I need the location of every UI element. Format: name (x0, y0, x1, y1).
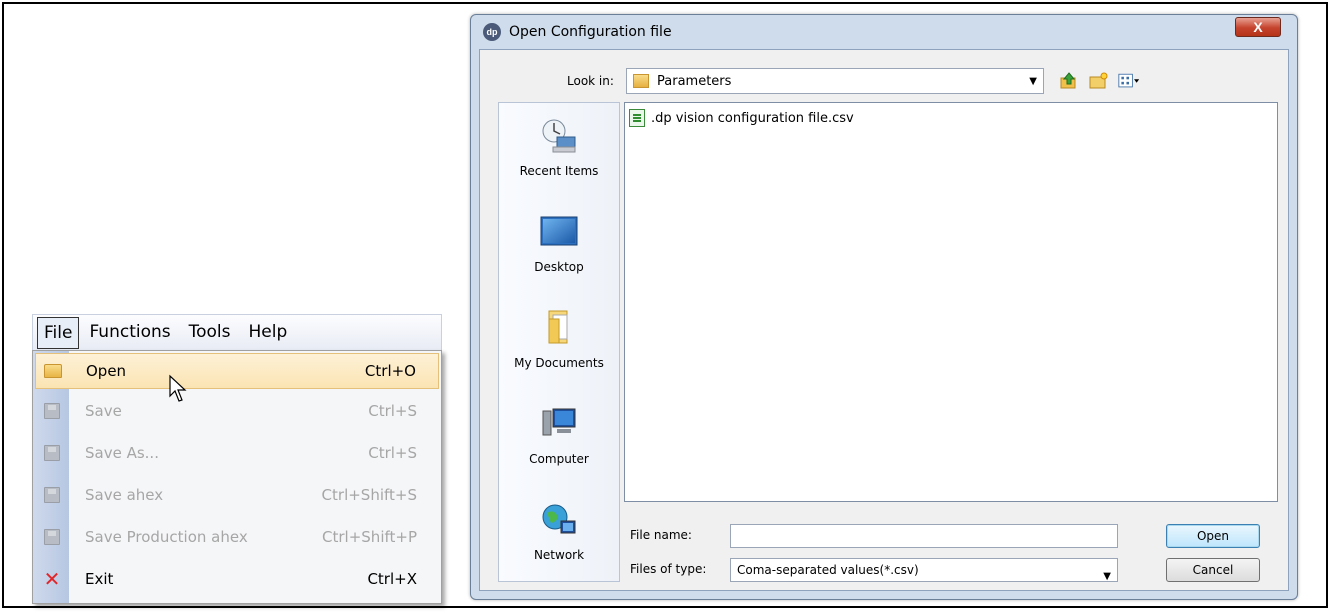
computer-icon (542, 408, 576, 436)
menu-item-shortcut: Ctrl+S (368, 402, 417, 420)
menu-item-label: Save (85, 402, 122, 420)
file-name-label: File name: (630, 528, 692, 542)
place-label: Desktop (534, 260, 584, 274)
app-logo-icon: dp (483, 23, 501, 41)
chevron-down-icon: ▼ (1103, 571, 1111, 582)
look-in-value: Parameters (657, 73, 732, 89)
folder-icon (633, 74, 649, 88)
close-button[interactable]: X (1235, 17, 1281, 37)
open-dialog: dp Open Configuration file X Look in: Pa… (470, 14, 1298, 600)
menu-item-label: Save ahex (85, 486, 164, 504)
menu-item-label: Save Production ahex (85, 528, 248, 546)
menu-item-exit[interactable]: ✕ Exit Ctrl+X (35, 561, 439, 597)
chevron-down-icon: ▼ (1029, 76, 1037, 87)
menu-item-shortcut: Ctrl+Shift+S (321, 486, 417, 504)
place-recent-items[interactable]: Recent Items (499, 105, 619, 195)
view-menu-button[interactable] (1118, 70, 1140, 92)
mouse-pointer-icon (169, 374, 187, 402)
exit-x-icon: ✕ (43, 567, 61, 591)
menu-item-label: Open (86, 362, 127, 380)
menu-item-shortcut: Ctrl+S (368, 444, 417, 462)
menu-help[interactable]: Help (241, 317, 296, 349)
file-name-input[interactable] (730, 524, 1118, 548)
open-button[interactable]: Open (1166, 524, 1260, 548)
menu-item-label: Save As... (85, 444, 159, 462)
floppy-icon (44, 403, 60, 419)
menu-tools[interactable]: Tools (181, 317, 239, 349)
file-dropdown: Open Ctrl+O Save Ctrl+S Save As... Ctrl+… (32, 350, 442, 604)
menu-file[interactable]: File (37, 317, 80, 349)
my-documents-icon (548, 310, 568, 344)
menu-bar: File Functions Tools Help (32, 314, 442, 352)
floppy-icon (44, 529, 60, 545)
floppy-icon (44, 487, 60, 503)
place-network[interactable]: Network (499, 489, 619, 579)
files-of-type-value: Coma-separated values(*.csv) (737, 563, 919, 577)
navigation-toolbar (1058, 70, 1140, 92)
file-item[interactable]: .dp vision configuration file.csv (629, 109, 854, 127)
up-folder-button[interactable] (1058, 70, 1080, 92)
place-my-documents[interactable]: My Documents (499, 297, 619, 387)
menu-item-shortcut: Ctrl+Shift+P (322, 528, 417, 546)
network-globe-icon (542, 504, 576, 534)
dialog-body: Look in: Parameters ▼ Recent Items Deskt… (479, 49, 1289, 591)
dialog-titlebar[interactable]: dp Open Configuration file X (471, 15, 1297, 49)
place-label: Recent Items (519, 164, 599, 178)
menu-item-save-production-ahex[interactable]: Save Production ahex Ctrl+Shift+P (35, 519, 439, 555)
desktop-icon (540, 216, 578, 246)
files-of-type-dropdown[interactable]: Coma-separated values(*.csv) ▼ (730, 558, 1118, 582)
place-label: Computer (529, 452, 589, 466)
floppy-icon (44, 445, 60, 461)
up-folder-icon (1060, 72, 1076, 89)
new-folder-button[interactable] (1088, 70, 1110, 92)
menu-item-save-as[interactable]: Save As... Ctrl+S (35, 435, 439, 471)
menu-item-save[interactable]: Save Ctrl+S (35, 393, 439, 429)
place-label: Network (533, 548, 585, 562)
files-of-type-label: Files of type: (630, 562, 707, 576)
place-label: My Documents (514, 356, 604, 370)
menu-item-shortcut: Ctrl+O (364, 362, 416, 380)
spreadsheet-file-icon (629, 109, 645, 127)
file-menu-panel: File Functions Tools Help Open Ctrl+O Sa… (32, 314, 442, 604)
look-in-dropdown[interactable]: Parameters ▼ (626, 68, 1044, 94)
cancel-button[interactable]: Cancel (1166, 558, 1260, 582)
menu-functions[interactable]: Functions (81, 317, 178, 349)
new-folder-icon (1089, 72, 1108, 89)
file-list[interactable]: .dp vision configuration file.csv (624, 102, 1278, 502)
file-item-name: .dp vision configuration file.csv (651, 110, 854, 126)
place-computer[interactable]: Computer (499, 393, 619, 483)
folder-icon (44, 364, 62, 378)
menu-item-label: Exit (85, 570, 114, 588)
place-desktop[interactable]: Desktop (499, 201, 619, 291)
look-in-label: Look in: (567, 74, 614, 88)
recent-items-icon (542, 119, 576, 153)
menu-item-open[interactable]: Open Ctrl+O (35, 353, 439, 389)
view-grid-icon (1118, 73, 1140, 88)
dialog-title: Open Configuration file (509, 24, 672, 40)
places-bar: Recent Items Desktop My Documents Comput… (498, 102, 620, 582)
menu-item-save-ahex[interactable]: Save ahex Ctrl+Shift+S (35, 477, 439, 513)
menu-item-shortcut: Ctrl+X (367, 570, 417, 588)
